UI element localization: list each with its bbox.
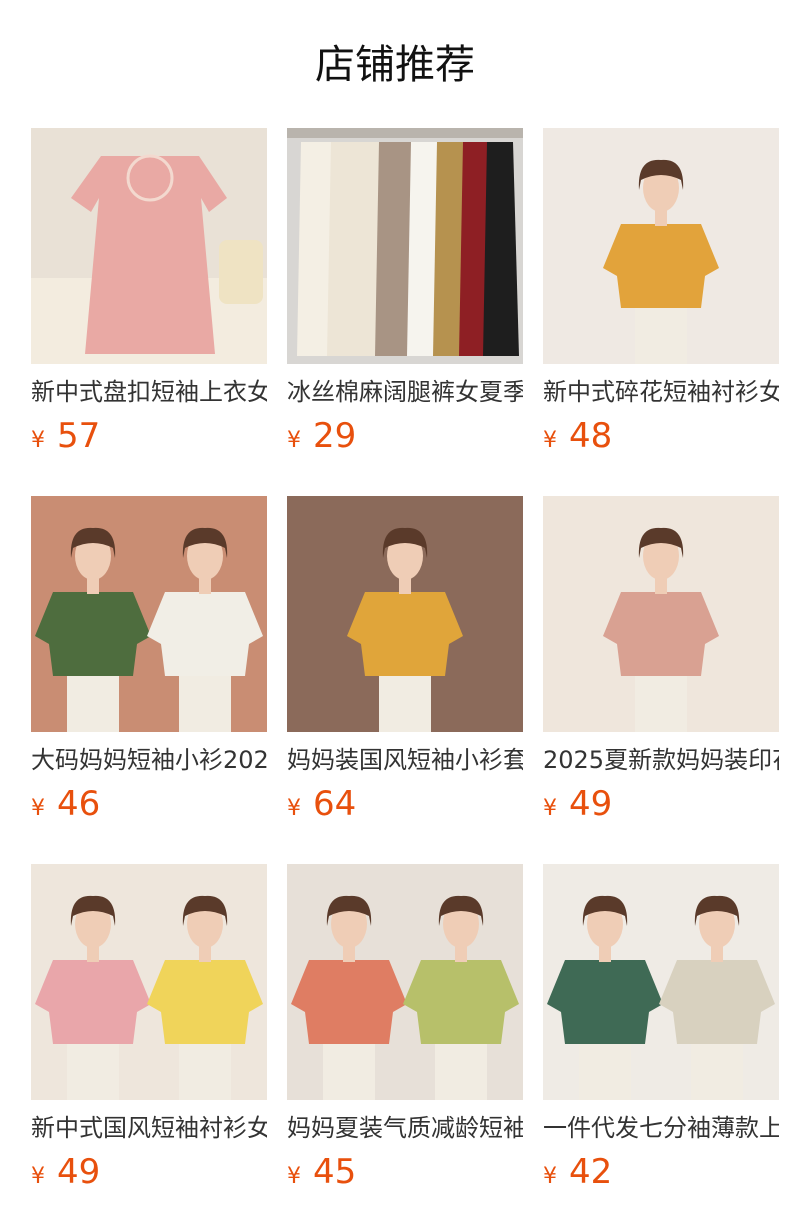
product-price: ¥49 — [31, 1152, 100, 1192]
price-amount: 29 — [313, 416, 357, 456]
wide-leg-pants-photo — [287, 128, 523, 364]
price-amount: 48 — [569, 416, 613, 456]
product-image[interactable] — [31, 864, 267, 1100]
product-name[interactable]: 大码妈妈短袖小衫2025 — [31, 744, 267, 776]
product-image[interactable] — [287, 864, 523, 1100]
product-card[interactable]: 一件代发七分袖薄款上衣 ¥42 — [543, 864, 779, 1194]
orange-floral-shirt-photo — [543, 128, 779, 364]
currency-symbol: ¥ — [31, 1164, 45, 1189]
product-image[interactable] — [287, 128, 523, 364]
currency-symbol: ¥ — [543, 428, 557, 453]
product-card[interactable]: 新中式盘扣短袖上衣女 ¥57 — [31, 128, 267, 458]
product-card[interactable]: 新中式国风短袖衬衫女 ¥49 — [31, 864, 267, 1194]
product-price: ¥49 — [543, 784, 612, 824]
pink-jacquard-top-photo — [543, 496, 779, 732]
price-amount: 46 — [57, 784, 101, 824]
product-image[interactable] — [287, 496, 523, 732]
yellow-top-set-photo — [287, 496, 523, 732]
currency-symbol: ¥ — [287, 1164, 301, 1189]
product-name[interactable]: 2025夏新款妈妈装印花 — [543, 744, 779, 776]
currency-symbol: ¥ — [543, 1164, 557, 1189]
currency-symbol: ¥ — [31, 428, 45, 453]
currency-symbol: ¥ — [287, 428, 301, 453]
product-price: ¥48 — [543, 416, 612, 456]
currency-symbol: ¥ — [31, 796, 45, 821]
coral-green-tops-photo — [287, 864, 523, 1100]
price-amount: 64 — [313, 784, 357, 824]
product-card[interactable]: 妈妈装国风短袖小衫套装 ¥64 — [287, 496, 523, 826]
pink-yellow-shirts-photo — [31, 864, 267, 1100]
product-name[interactable]: 新中式国风短袖衬衫女 — [31, 1112, 267, 1144]
product-name[interactable]: 新中式碎花短袖衬衫女 — [543, 376, 779, 408]
product-card[interactable]: 2025夏新款妈妈装印花 ¥49 — [543, 496, 779, 826]
price-amount: 49 — [57, 1152, 101, 1192]
price-amount: 45 — [313, 1152, 357, 1192]
product-price: ¥42 — [543, 1152, 612, 1192]
product-image[interactable] — [543, 128, 779, 364]
product-name[interactable]: 一件代发七分袖薄款上衣 — [543, 1112, 779, 1144]
product-card[interactable]: 妈妈夏装气质减龄短袖 ¥45 — [287, 864, 523, 1194]
price-amount: 57 — [57, 416, 101, 456]
product-price: ¥57 — [31, 416, 100, 456]
product-image[interactable] — [543, 496, 779, 732]
product-name[interactable]: 新中式盘扣短袖上衣女 — [31, 376, 267, 408]
product-card[interactable]: 大码妈妈短袖小衫2025 ¥46 — [31, 496, 267, 826]
product-price: ¥46 — [31, 784, 100, 824]
product-grid: 新中式盘扣短袖上衣女 ¥57 冰丝棉麻阔腿裤女夏季 ¥29 新中式碎花短袖衬衫女… — [0, 0, 790, 1232]
product-name[interactable]: 妈妈装国风短袖小衫套装 — [287, 744, 523, 776]
product-price: ¥64 — [287, 784, 356, 824]
printed-sleeve-tops-photo — [543, 864, 779, 1100]
price-amount: 42 — [569, 1152, 613, 1192]
product-image[interactable] — [543, 864, 779, 1100]
pink-blouse-photo — [31, 128, 267, 364]
product-name[interactable]: 冰丝棉麻阔腿裤女夏季 — [287, 376, 523, 408]
product-price: ¥45 — [287, 1152, 356, 1192]
product-name[interactable]: 妈妈夏装气质减龄短袖 — [287, 1112, 523, 1144]
price-amount: 49 — [569, 784, 613, 824]
product-card[interactable]: 冰丝棉麻阔腿裤女夏季 ¥29 — [287, 128, 523, 458]
product-image[interactable] — [31, 128, 267, 364]
green-printed-top-photo — [31, 496, 267, 732]
product-card[interactable]: 新中式碎花短袖衬衫女 ¥48 — [543, 128, 779, 458]
product-image[interactable] — [31, 496, 267, 732]
currency-symbol: ¥ — [543, 796, 557, 821]
product-price: ¥29 — [287, 416, 356, 456]
currency-symbol: ¥ — [287, 796, 301, 821]
